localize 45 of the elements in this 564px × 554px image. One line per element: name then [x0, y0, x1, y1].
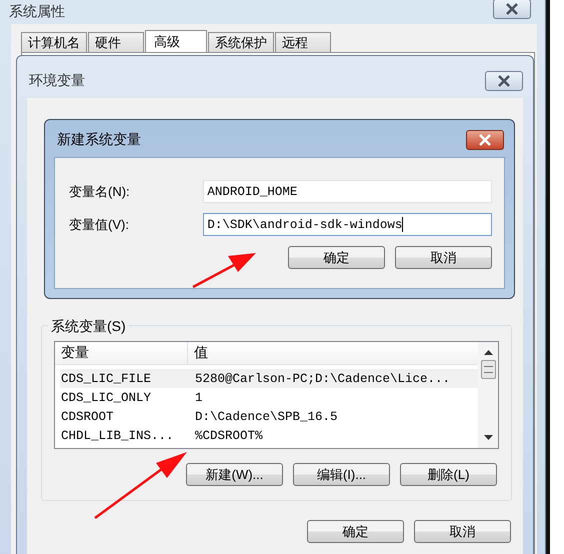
tab[interactable]: 硬件 — [88, 32, 144, 52]
field-label: 变量值(V): — [69, 216, 130, 234]
variable-value: 5280@Carlson-PC;D:\Cadence\Lice... — [195, 372, 450, 386]
tab[interactable]: 远程 — [275, 32, 331, 52]
column-header[interactable]: 值 — [188, 342, 208, 364]
variable-name: CDSROOT — [60, 410, 115, 424]
list-action-button[interactable]: 删除(L) — [400, 463, 497, 486]
dialog-title: 新建系统变量 — [57, 130, 141, 148]
input-field[interactable]: D:\SDK\android-sdk-windows — [203, 213, 492, 236]
field-label: 变量名(N): — [69, 182, 131, 200]
group-label: 系统变量(S) — [48, 318, 129, 336]
window-title: 系统属性 — [9, 3, 65, 21]
dialog-button[interactable]: 确定 — [307, 520, 404, 543]
variable-name: CHDL_LIB_INS... — [60, 428, 175, 442]
tab[interactable]: 计算机名 — [21, 32, 87, 52]
scroll-up-icon[interactable] — [484, 350, 492, 355]
variable-name: CDS_LIC_FILE — [60, 372, 152, 386]
scroll-thumb[interactable] — [480, 360, 496, 379]
dialog-button[interactable]: 取消 — [395, 246, 492, 269]
close-icon — [497, 75, 511, 87]
close-button[interactable] — [466, 130, 504, 150]
input-field[interactable]: ANDROID_HOME — [203, 180, 492, 203]
list-action-button[interactable]: 新建(W)... — [186, 463, 283, 486]
close-button[interactable] — [485, 71, 523, 91]
tab[interactable]: 高级 — [145, 30, 207, 52]
variable-value: %CDSROOT% — [195, 428, 263, 442]
tab[interactable]: 系统保护 — [208, 32, 274, 52]
list-row[interactable]: CDS_LIC_ONLY 1 — [60, 388, 478, 407]
list-action-button[interactable]: 编辑(I)... — [293, 463, 390, 486]
variable-name: CDS_LIC_ONLY — [60, 390, 152, 404]
dialog-title: 环境变量 — [29, 72, 85, 90]
dialog-button[interactable]: 确定 — [288, 246, 385, 269]
list-row[interactable]: CDSROOT D:\Cadence\SPB_16.5 — [60, 407, 478, 426]
scroll-down-icon[interactable] — [484, 435, 492, 440]
close-button[interactable] — [493, 0, 531, 19]
list-row[interactable]: CDS_LIC_FILE 5280@Carlson-PC;D:\Cadence\Lice... — [60, 369, 478, 388]
annotation-arrow — [192, 253, 256, 288]
close-icon — [505, 3, 519, 15]
dialog-button[interactable]: 取消 — [414, 520, 511, 543]
column-header[interactable]: 变量 — [55, 342, 188, 364]
scroll-bar[interactable] — [478, 342, 498, 448]
close-icon — [478, 134, 492, 146]
variable-value: 1 — [195, 390, 203, 404]
list-row[interactable]: CHDL_LIB_INS... %CDSROOT% — [60, 426, 478, 445]
variable-value: D:\Cadence\SPB_16.5 — [195, 410, 338, 424]
